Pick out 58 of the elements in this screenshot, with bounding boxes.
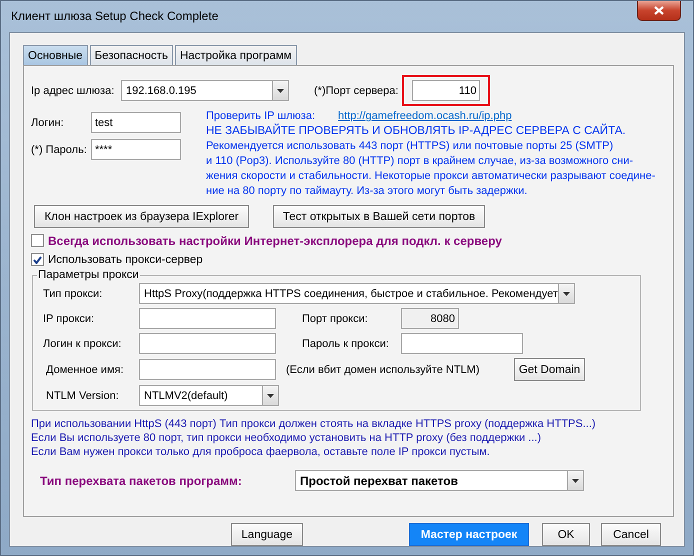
ntlm-version-combo[interactable]: NTLMV2(default) [139,385,279,406]
password-field[interactable]: **** [91,139,181,160]
tab[interactable]: Основные [23,45,88,65]
field-label: NTLM Version: [45,390,120,402]
tab[interactable]: Настройка программ [174,45,297,65]
proxy-ip-field[interactable] [139,308,276,329]
dropdown-arrow-icon [563,292,570,296]
wizard-button[interactable]: Мастер настроек [409,523,529,546]
field-label: (*)Порт сервера: [314,84,398,96]
group-title: Параметры прокси [37,269,140,281]
proxy-login-field[interactable] [139,333,276,354]
note-line: Если Вы используете 80 порт, тип прокси необходимо установить на HTTP proxy (без поддержки ...) [31,431,542,445]
domain-field[interactable] [139,359,276,380]
port-field[interactable]: 110 [412,80,480,101]
proxy-password-field[interactable] [401,333,523,354]
checkbox-label: Всегда использовать настройки Интернет-эксплорера для подкл. к серверу [48,234,502,248]
gateway-ip-combo[interactable]: 192.168.0.195 [121,80,289,101]
field-label: Ip адрес шлюза: [31,84,116,96]
checkbox[interactable] [31,234,44,247]
get-domain-button[interactable]: Get Domain [514,358,585,381]
field-label: IP прокси: [43,312,96,324]
notice-heading: НЕ ЗАБЫВАЙТЕ ПРОВЕРЯТЬ И ОБНОВЛЯТЬ IP-АДРЕС СЕРВЕРА С САЙТА. [206,124,627,139]
proxy-port-field[interactable]: 8080 [401,308,459,329]
dialog-button[interactable]: Language [231,523,303,546]
check-ip-link[interactable]: http://gamefreedom.ocash.ru/ip.php [338,110,512,122]
intercept-label: Тип перехвата пакетов программ: [39,474,243,488]
tool-button[interactable]: Тест открытых в Вашей сети портов [273,205,485,228]
checkbox-label: Использовать прокси-сервер [48,254,203,266]
check-ip-label: Проверить IP шлюза: [206,110,316,122]
login-field[interactable]: test [91,112,181,133]
field-label: Пароль к прокси: [302,338,390,350]
field-label: Порт прокси: [302,312,369,324]
checkbox[interactable] [31,253,44,266]
dialog-button[interactable]: Cancel [601,523,661,546]
window-title: Клиент шлюза Setup Check Complete [10,9,218,23]
note-line: При использовании HttpS (443 порт) Тип прокси должен стоять на вкладке HTTPS proxy (поддержка HTTPS...) [31,417,597,431]
dialog-button[interactable]: OK [542,523,590,546]
notice-line: и 110 (Pop3). Используйте 80 (HTTP) порт в крайнем случае, из-за возможного сни- [206,154,634,169]
proxy-type-combo[interactable]: HttpS Proxy(поддержка HTTPS соединения, быстрое и стабильное. Рекомендует [139,283,575,304]
field-label: (*) Пароль: [31,144,88,156]
checkmark-icon [33,256,42,264]
field-label: Логин к прокси: [43,338,122,350]
notice-line: Рекомендуется использовать 443 порт (HTTPS) или почтовые порты 25 (SMTP) [206,139,614,154]
dropdown-arrow-icon [572,478,579,482]
notice-line: ние на 80 порту по таймауту. Из-за этого могут быть задержки. [206,184,528,199]
field-label: Доменное имя: [45,364,125,376]
tool-button[interactable]: Клон настроек из браузера IExplorer [34,205,249,228]
field-label: Логин: [31,116,65,128]
close-icon [654,6,664,15]
tab[interactable]: Безопасность [90,45,173,65]
field-label: Тип прокси: [43,288,104,300]
intercept-type-combo[interactable]: Простой перехват пакетов [295,470,584,491]
notice-line: жения скорости и стабильности. Некоторые прокси автоматически разрывают соедине- [206,169,656,184]
close-button[interactable] [637,1,681,21]
domain-hint: (Если вбит домен используйте NTLM) [286,364,480,376]
dropdown-arrow-icon [267,394,274,398]
dropdown-arrow-icon [277,88,284,92]
note-line: Если Вам нужен прокси только для проброса фаервола, оставьте поле IP прокси пустым. [31,445,491,459]
